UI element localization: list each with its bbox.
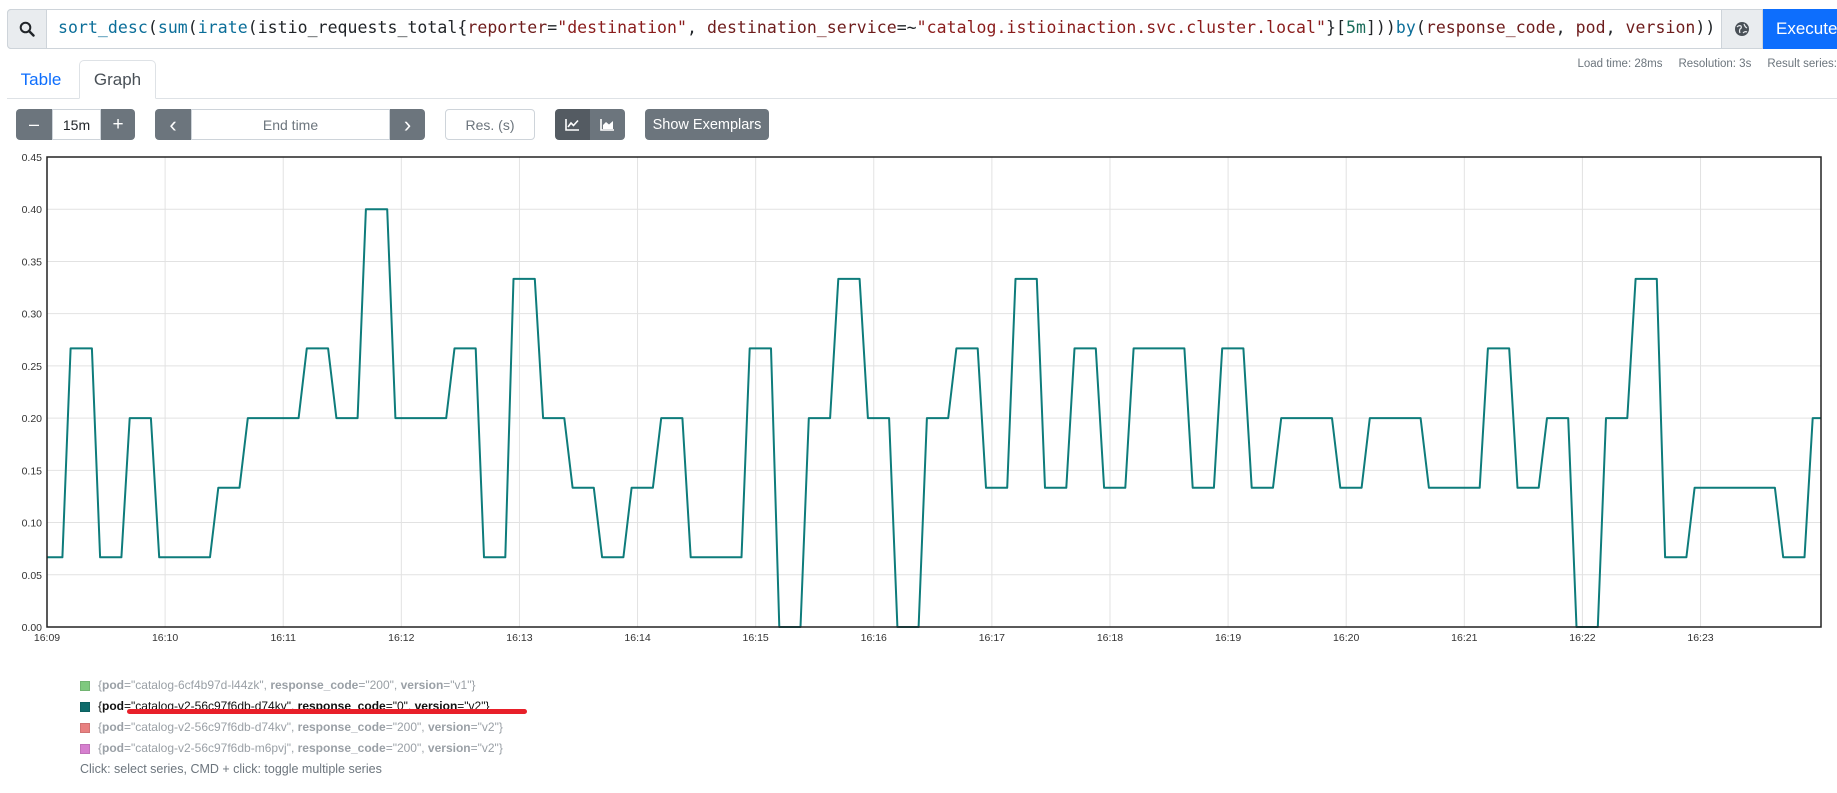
query-token: destination_service [706,18,897,37]
legend-label: {pod="catalog-v2-56c97f6db-d74kv", respo… [98,720,503,734]
legend-swatch [80,680,90,691]
y-tick-label: 0.10 [22,518,43,530]
y-tick-label: 0.25 [22,361,43,373]
y-tick-label: 0.40 [22,204,43,216]
legend-label: {pod="catalog-v2-56c97f6db-m6pvj", respo… [98,741,503,755]
query-token: } [1326,18,1336,37]
resolution: Resolution: 3s [1678,58,1752,70]
search-icon-box [7,9,47,49]
query-token: ] [1365,18,1376,37]
query-token: ( [247,18,258,37]
query-token: "destination" [557,18,688,37]
query-expression[interactable]: sort_desc(sum(irate(istio_requests_total… [58,9,1715,49]
chevron-right-icon: › [403,111,412,137]
query-token: ( [187,18,198,37]
query-token: version [1625,18,1696,37]
area-chart-icon [600,119,614,131]
x-tick-label: 16:17 [979,632,1005,644]
query-token: sort_desc [58,18,148,37]
query-token: irate [197,18,248,37]
x-tick-label: 16:21 [1451,632,1477,644]
legend-item[interactable]: {pod="catalog-v2-56c97f6db-d74kv", respo… [80,717,503,738]
query-token: , [1555,18,1576,37]
legend-swatch [80,743,90,754]
query-token: [ [1335,18,1346,37]
x-tick-label: 16:11 [270,632,296,644]
chevron-left-icon: ‹ [169,111,177,137]
query-token: , [1605,18,1626,37]
line-chart-icon [565,119,579,131]
plus-icon: + [112,113,124,135]
query-token: istio_requests_total [257,18,458,37]
legend-swatch [80,701,90,712]
y-tick-label: 0.15 [22,465,43,477]
tab-table[interactable]: Table [7,62,75,98]
x-tick-label: 16:22 [1569,632,1595,644]
stacked-chart-button[interactable] [590,109,625,140]
query-token: { [457,18,468,37]
x-axis: 16:09 16:10 16:11 16:12 16:13 16:14 16:15 16:16… [34,632,1714,644]
query-token: , [687,18,707,37]
y-tick-label: 0.30 [22,309,43,321]
x-tick-label: 16:19 [1215,632,1241,644]
x-tick-label: 16:12 [388,632,414,644]
range-decrease-button[interactable]: – [16,109,52,140]
load-time: Load time: 28ms [1577,58,1663,70]
legend: {pod="catalog-6cf4b97d-l44zk", response_… [80,675,503,759]
range-increase-button[interactable]: + [101,109,135,140]
query-token: )) [1375,18,1396,37]
x-tick-label: 16:13 [506,632,532,644]
query-token: 5m [1345,18,1366,37]
graph: 0.000.050.100.150.200.250.300.350.400.45… [22,152,1822,644]
show-exemplars-button[interactable]: Show Exemplars [645,109,769,140]
highlight-underline [127,709,527,714]
legend-label: {pod="catalog-6cf4b97d-l44zk", response_… [98,678,476,692]
query-stats: Load time: 28ms Resolution: 3s Result seri… [1561,58,1837,70]
execute-button[interactable]: Execute [1763,9,1837,49]
legend-swatch [80,722,90,733]
tabs-divider [7,98,1837,99]
resolution-input[interactable]: Res. (s) [445,109,535,140]
x-tick-label: 16:23 [1687,632,1713,644]
tab-graph[interactable]: Graph [79,60,156,99]
line-chart-button[interactable] [555,109,590,140]
x-tick-label: 16:16 [861,632,887,644]
legend-help-text: Click: select series, CMD + click: toggl… [80,762,382,776]
legend-item[interactable]: {pod="catalog-6cf4b97d-l44zk", response_… [80,675,503,696]
y-tick-label: 0.05 [22,570,43,582]
query-token: response_code [1425,18,1556,37]
x-tick-label: 16:18 [1097,632,1123,644]
end-time-input[interactable]: End time [191,109,390,140]
x-tick-label: 16:15 [743,632,769,644]
query-token: pod [1575,18,1606,37]
x-tick-label: 16:09 [34,632,60,644]
query-token: "catalog.istioinaction.svc.cluster.local… [916,18,1326,37]
result-series: Result series: [1767,58,1837,70]
y-tick-label: 0.45 [22,152,43,164]
search-icon [19,21,35,37]
metrics-explorer-button[interactable] [1721,9,1763,49]
query-token: = [547,18,558,37]
plot-frame [46,156,1822,628]
query-token: =~ [896,18,917,37]
end-time-back-button[interactable]: ‹ [155,109,191,140]
minus-icon: – [28,114,39,134]
x-tick-label: 16:14 [624,632,650,644]
query-token: sum [157,18,188,37]
y-axis: 0.000.050.100.150.200.250.300.350.400.45 [22,152,43,634]
grid [46,156,1821,628]
x-tick-label: 16:20 [1333,632,1359,644]
query-token: )) [1695,18,1716,37]
query-token: ( [147,18,158,37]
query-token: by [1395,18,1416,37]
range-input[interactable]: 15m [52,109,101,140]
end-time-forward-button[interactable]: › [390,109,425,140]
legend-item[interactable]: {pod="catalog-v2-56c97f6db-m6pvj", respo… [80,738,503,759]
globe-icon [1735,22,1749,36]
y-tick-label: 0.35 [22,256,43,268]
query-token: ( [1415,18,1426,37]
y-tick-label: 0.20 [22,413,43,425]
query-token: reporter [467,18,548,37]
x-tick-label: 16:10 [152,632,178,644]
